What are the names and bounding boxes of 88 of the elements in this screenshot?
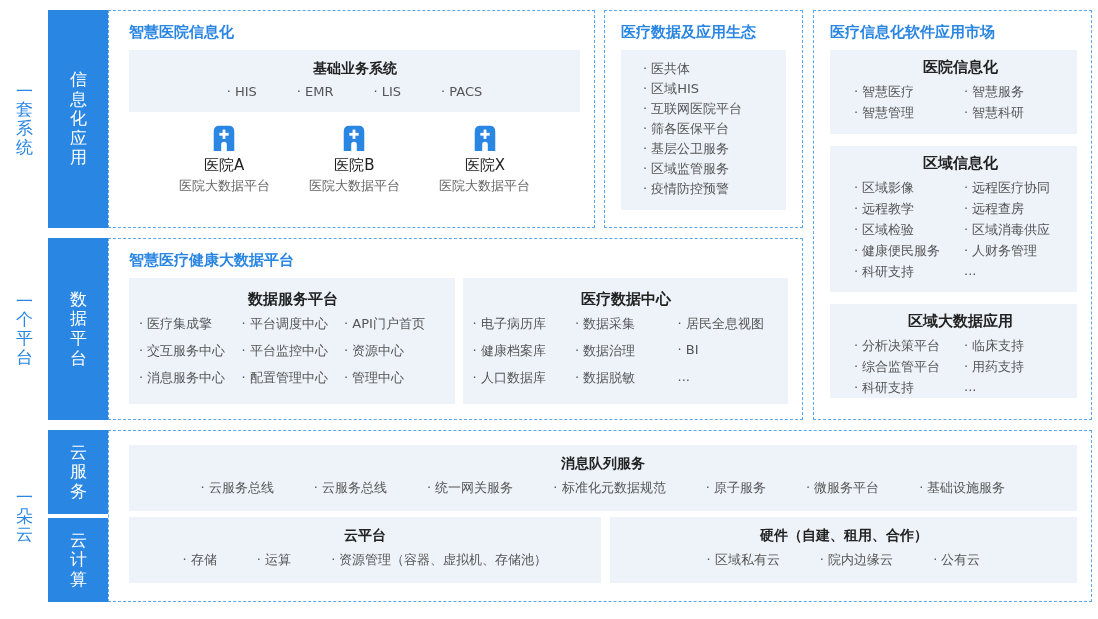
layer-bar: 信息化应用 — [48, 10, 108, 228]
panel-title: 区域大数据应用 — [907, 312, 1014, 331]
section-title: 医疗信息化软件应用市场 — [830, 23, 996, 42]
list-item: · 电子病历库 — [472, 315, 547, 333]
list-item: · 平台监控中心 — [241, 342, 329, 360]
list-item: · 标准化元数据规范 — [553, 479, 666, 497]
hospital-name: 医院A — [204, 156, 245, 175]
list-item: · 智慧科研 — [964, 104, 1026, 122]
list-item: · 云服务总线 — [200, 479, 274, 497]
tier-label: 一套系统 — [15, 81, 33, 157]
list-item: · 健康档案库 — [472, 342, 547, 360]
list-item: · 远程教学 — [854, 200, 916, 218]
list-item: · 科研支持 — [854, 379, 916, 397]
panel-title: 硬件（自建、租用、合作） — [758, 527, 929, 545]
list-item: · 统一网关服务 — [427, 479, 514, 497]
panel-title: 区域信息化 — [922, 154, 999, 173]
hospital-subtitle: 医院大数据平台 — [439, 177, 531, 195]
list-item: · 交互服务中心 — [139, 342, 227, 360]
list-item: · 院内边缘云 — [819, 551, 894, 569]
list-item: · 区域HIS — [643, 80, 701, 97]
section-title: 智慧医疗健康大数据平台 — [129, 251, 295, 270]
list-item: · 平台调度中心 — [241, 315, 329, 333]
panel-title: 医院信息化 — [922, 58, 999, 77]
list-item: · 区域消毒供应 — [964, 221, 1052, 239]
list-item: · 数据治理 — [575, 342, 637, 360]
list-item: · 分析决策平台 — [854, 337, 942, 355]
list-item: · 人财务管理 — [964, 242, 1039, 260]
list-item: · 临床支持 — [964, 337, 1026, 355]
list-item: · API门户首页 — [344, 315, 426, 333]
list-item: · 区域影像 — [854, 179, 916, 197]
list-item: · 基础设施服务 — [919, 479, 1006, 497]
list-item: · 筛各医保平台 — [643, 120, 731, 137]
panel-title: 医疗数据中心 — [580, 290, 673, 309]
list-item: · 消息服务中心 — [139, 369, 227, 387]
list-item: · 健康便民服务 — [854, 242, 942, 260]
list-item: · 区域私有云 — [706, 551, 780, 569]
list-item: · 资源管理（容器、虚拟机、存储池） — [331, 551, 548, 569]
list-item: · 云服务总线 — [313, 479, 388, 497]
list-item: ... — [964, 263, 978, 280]
list-item: · LIS — [373, 84, 402, 99]
list-item: · 基层公卫服务 — [643, 140, 731, 157]
list-item: · 区域检验 — [854, 221, 916, 239]
list-item: · PACS — [441, 84, 483, 99]
layer-bar: 云计算 — [48, 518, 108, 602]
list-item: · 微服务平台 — [805, 479, 880, 497]
list-item: · 智慧医疗 — [854, 83, 916, 101]
list-item: · 智慧服务 — [964, 83, 1026, 101]
list-item: · 远程查房 — [964, 200, 1026, 218]
list-item: · 区域监管服务 — [643, 160, 731, 177]
list-item: ... — [677, 369, 691, 386]
list-item: · 互联网医院平台 — [643, 100, 744, 117]
list-item: · 居民全息视图 — [677, 315, 765, 333]
list-item: · 公有云 — [933, 551, 981, 569]
list-item: · 综合监管平台 — [854, 358, 942, 376]
list-item: ... — [964, 379, 978, 396]
list-item: · 智慧管理 — [854, 104, 916, 122]
section-title: 医疗数据及应用生态 — [621, 23, 757, 42]
list-item: · 资源中心 — [344, 342, 406, 360]
section-title: 智慧医院信息化 — [129, 23, 235, 42]
hospital-subtitle: 医院大数据平台 — [309, 177, 400, 195]
hospital-name: 医院X — [464, 156, 505, 175]
list-item: · 疫情防控预警 — [643, 180, 731, 197]
list-item: · 配置管理中心 — [241, 369, 329, 387]
panel-title: 基础业务系统 — [312, 60, 397, 78]
list-item: · 医疗集成擎 — [139, 315, 214, 333]
list-item: · EMR — [296, 84, 334, 99]
tier-label: 一朵云 — [15, 487, 33, 545]
list-item: · BI — [677, 342, 700, 359]
tier-label: 一个平台 — [15, 291, 33, 367]
list-item: · 数据脱敏 — [575, 369, 637, 387]
panel-title: 云平台 — [343, 527, 387, 545]
list-item: · 数据采集 — [575, 315, 637, 333]
list-item: · 科研支持 — [854, 263, 916, 281]
list-item: · 存储 — [182, 551, 217, 569]
panel-title: 数据服务平台 — [246, 290, 339, 309]
list-item: · 医共体 — [643, 60, 692, 77]
list-item: · 运算 — [256, 551, 292, 569]
list-item: · 人口数据库 — [472, 369, 547, 387]
list-item: · 远程医疗协同 — [964, 179, 1052, 197]
list-item: · 用药支持 — [964, 358, 1026, 376]
hospital-subtitle: 医院大数据平台 — [178, 177, 270, 195]
layer-bar: 云服务 — [48, 430, 108, 514]
panel-title: 消息队列服务 — [560, 455, 646, 473]
list-item: · HIS — [226, 84, 257, 99]
hospital-name: 医院B — [334, 156, 375, 175]
list-item: · 管理中心 — [344, 369, 406, 387]
list-item: · 原子服务 — [705, 479, 766, 497]
layer-bar: 数据平台 — [48, 238, 108, 420]
